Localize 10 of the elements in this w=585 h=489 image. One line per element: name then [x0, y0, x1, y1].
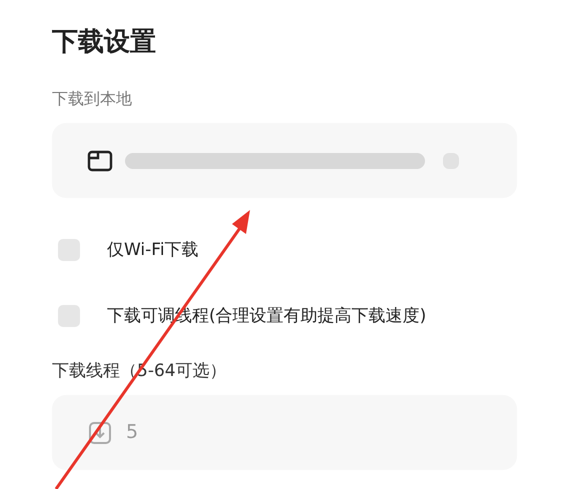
section-label: 下载到本地 — [52, 88, 133, 110]
checkbox[interactable] — [58, 239, 80, 261]
threads-field[interactable]: 5 — [52, 395, 517, 470]
checkbox[interactable] — [58, 305, 80, 327]
threads-value: 5 — [126, 420, 138, 446]
folder-icon — [87, 150, 113, 172]
download-icon — [88, 420, 112, 444]
option-label: 仅Wi-Fi下载 — [107, 239, 199, 262]
path-field[interactable] — [52, 123, 517, 198]
page-title: 下载设置 — [52, 26, 157, 59]
